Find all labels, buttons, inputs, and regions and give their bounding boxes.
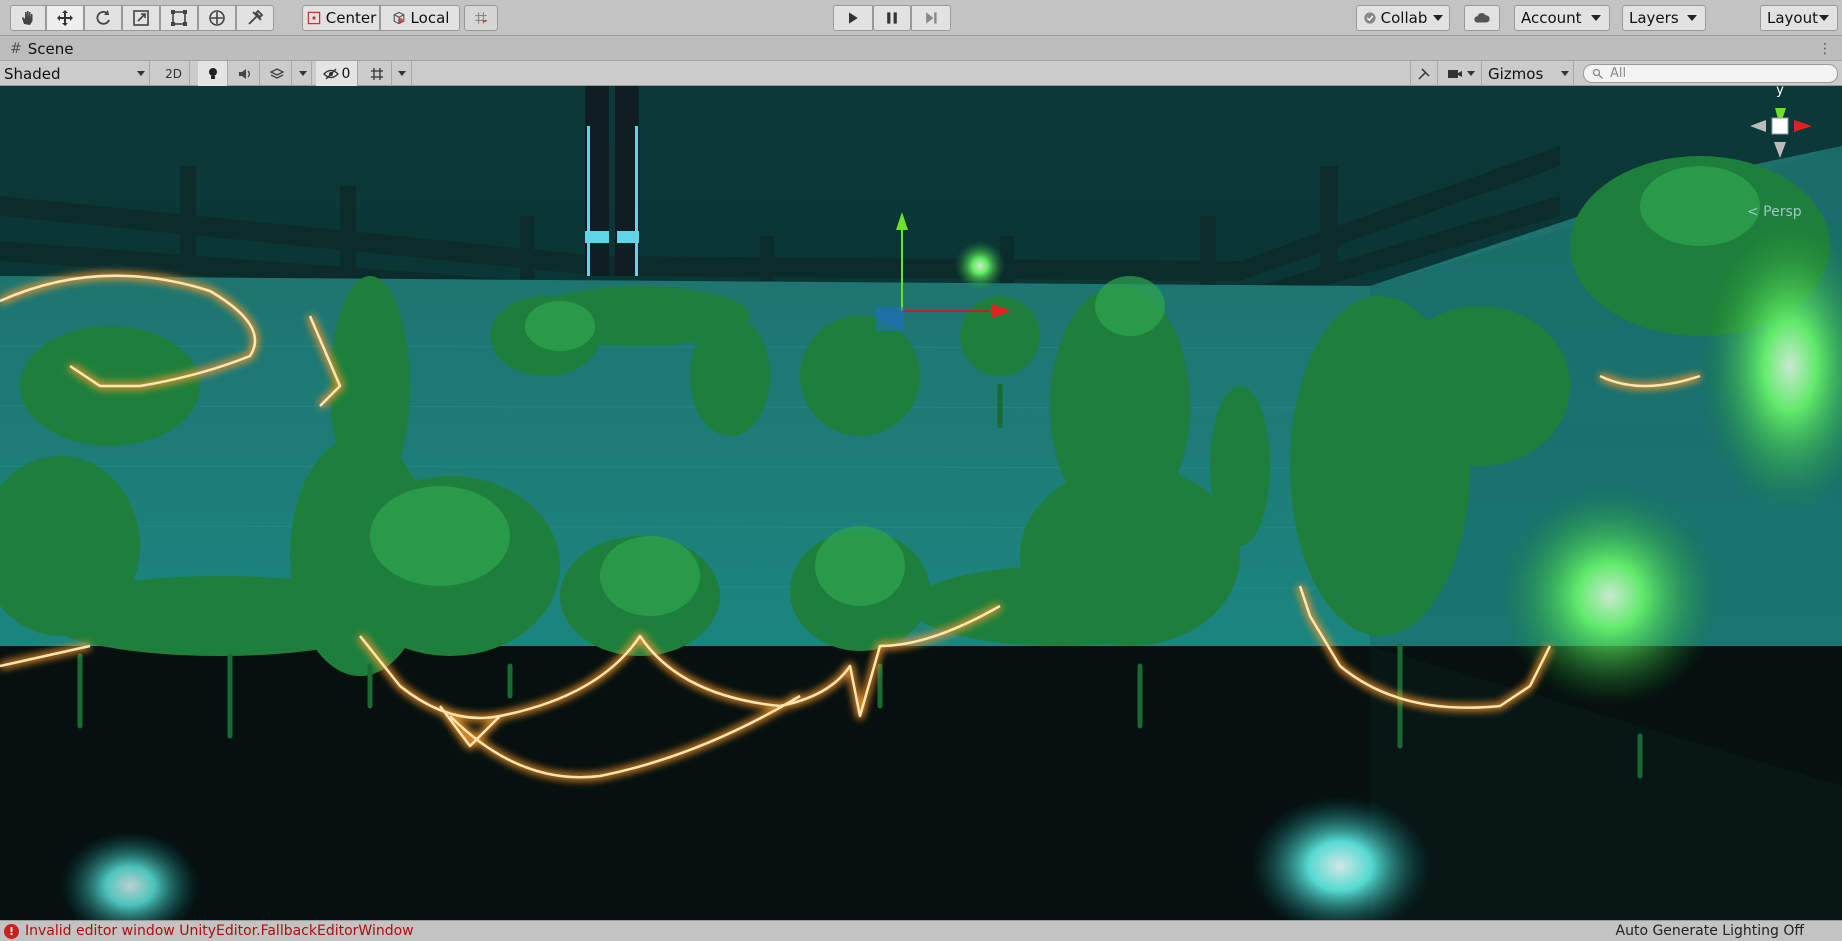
step-button[interactable] xyxy=(911,5,951,31)
grid-dropdown[interactable] xyxy=(392,61,412,86)
move-tool-button[interactable] xyxy=(46,5,84,31)
rotate-tool-icon xyxy=(96,10,110,25)
gizmos-dropdown[interactable]: Gizmos xyxy=(1484,61,1574,86)
pivot-icon xyxy=(307,11,320,25)
status-bar: ! Invalid editor window UnityEditor.Fall… xyxy=(0,920,1842,941)
play-button[interactable] xyxy=(833,5,873,31)
chevron-down-icon xyxy=(1561,71,1569,76)
camera-dropdown[interactable] xyxy=(1440,61,1482,86)
chevron-down-icon xyxy=(298,71,307,76)
pivot-center-button[interactable]: Center xyxy=(302,5,380,31)
pivot-label: Center xyxy=(325,9,377,27)
local-space-icon xyxy=(393,11,404,25)
speaker-icon xyxy=(238,68,250,79)
scene-render: y xyxy=(0,86,1842,920)
projection-toggle[interactable]: < Persp xyxy=(1747,204,1802,220)
chevron-down-icon xyxy=(397,71,406,76)
rect-tool-icon xyxy=(171,10,187,26)
chevron-down-icon xyxy=(1591,15,1601,21)
scale-tool-icon xyxy=(133,10,149,26)
space-label: Local xyxy=(410,9,450,27)
rect-tool-button[interactable] xyxy=(160,5,198,31)
scene-visibility-toggle[interactable]: 0 xyxy=(316,61,358,86)
scene-grid-icon: # xyxy=(10,41,22,57)
chevron-down-icon xyxy=(1687,15,1697,21)
grid-snap-button[interactable] xyxy=(464,5,498,31)
tab-scene-label: Scene xyxy=(27,40,74,58)
effects-dropdown[interactable] xyxy=(294,61,312,86)
account-dropdown[interactable]: Account xyxy=(1514,5,1610,31)
custom-tool-icon xyxy=(248,9,264,25)
light-bulb-icon xyxy=(208,67,217,79)
tab-scene[interactable]: # Scene xyxy=(4,37,79,61)
search-placeholder: All xyxy=(1610,66,1627,81)
toggle-2d-label: 2D xyxy=(165,66,182,81)
pivot-space-button[interactable]: Local xyxy=(380,5,460,31)
more-options-icon[interactable]: ⋮ xyxy=(1818,41,1832,57)
tools-icon xyxy=(1418,67,1430,80)
scene-view-toolbar: Shaded 2D 0 Gizmos All xyxy=(0,61,1842,86)
gizmo-axis-y-label: y xyxy=(1776,86,1784,98)
play-icon xyxy=(849,12,858,24)
chevron-down-icon xyxy=(1819,15,1829,21)
account-label: Account xyxy=(1521,9,1582,27)
grid-toggle[interactable] xyxy=(362,61,392,86)
move-tool-icon xyxy=(57,10,73,26)
layout-label: Layout xyxy=(1767,9,1818,27)
grid-icon xyxy=(370,67,383,80)
check-circle-icon xyxy=(1364,12,1376,24)
layers-dropdown[interactable]: Layers xyxy=(1622,5,1706,31)
camera-icon xyxy=(1447,69,1462,78)
collab-dropdown[interactable]: Collab xyxy=(1356,5,1450,31)
hand-tool-icon xyxy=(22,11,33,25)
layers-stack-icon xyxy=(269,67,284,79)
step-icon xyxy=(926,12,937,24)
error-message[interactable]: Invalid editor window UnityEditor.Fallba… xyxy=(25,923,414,939)
scene-viewport[interactable]: y < Persp xyxy=(0,86,1842,920)
layout-dropdown[interactable]: Layout xyxy=(1760,5,1838,31)
draw-mode-label: Shaded xyxy=(4,64,61,83)
toggle-2d-button[interactable]: 2D xyxy=(158,61,190,86)
rotate-tool-button[interactable] xyxy=(84,5,122,31)
hand-tool-button[interactable] xyxy=(10,5,46,31)
scale-tool-button[interactable] xyxy=(122,5,160,31)
hidden-count: 0 xyxy=(341,65,351,82)
pause-button[interactable] xyxy=(873,5,911,31)
chevron-down-icon xyxy=(137,71,145,76)
lighting-toggle[interactable] xyxy=(198,61,228,86)
tools-button[interactable] xyxy=(1410,61,1438,86)
collab-label: Collab xyxy=(1380,9,1428,27)
cloud-icon xyxy=(1474,13,1490,23)
eye-slash-icon xyxy=(322,68,339,79)
scene-tab-bar: # Scene ⋮ xyxy=(0,37,1842,61)
layers-label: Layers xyxy=(1629,9,1679,27)
grid-snap-icon xyxy=(475,12,488,24)
transform-tool-icon xyxy=(209,10,225,26)
custom-tool-button[interactable] xyxy=(236,5,274,31)
scene-search-input[interactable]: All xyxy=(1583,64,1838,83)
chevron-down-icon xyxy=(1466,71,1475,76)
gizmos-label: Gizmos xyxy=(1488,64,1544,83)
search-icon xyxy=(1592,68,1603,79)
error-icon: ! xyxy=(4,923,19,939)
audio-toggle[interactable] xyxy=(230,61,260,86)
draw-mode-dropdown[interactable]: Shaded xyxy=(0,61,150,86)
main-toolbar: Center Local Collab Account Layers Layou… xyxy=(0,0,1842,36)
chevron-down-icon xyxy=(1433,15,1444,21)
lighting-status[interactable]: Auto Generate Lighting Off xyxy=(1616,923,1805,939)
transform-tool-button[interactable] xyxy=(198,5,236,31)
cloud-button[interactable] xyxy=(1464,5,1500,31)
pause-icon xyxy=(887,12,897,24)
effects-toggle[interactable] xyxy=(262,61,292,86)
